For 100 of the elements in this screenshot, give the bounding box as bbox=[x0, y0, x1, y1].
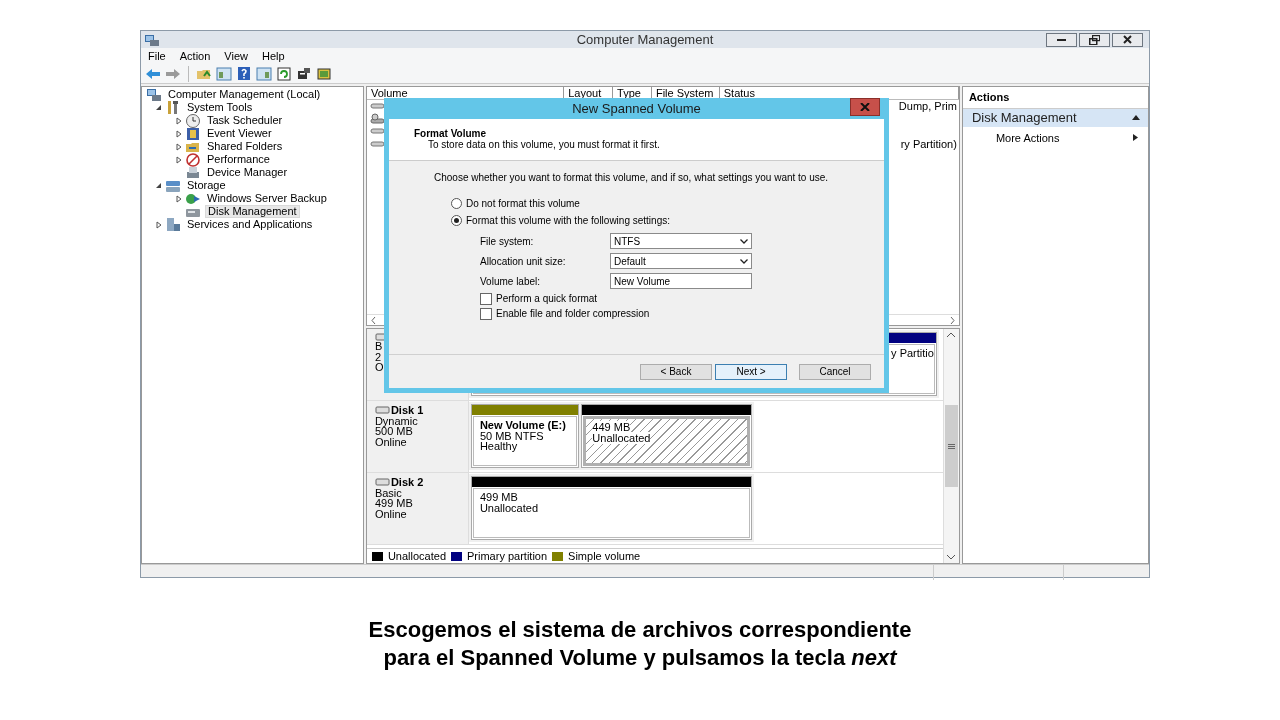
partition[interactable]: 449 MB Unallocated bbox=[581, 404, 752, 468]
dialog-button[interactable]: Cancel bbox=[799, 364, 871, 380]
close-button[interactable] bbox=[1112, 32, 1143, 47]
clock-icon bbox=[185, 113, 201, 128]
pane-icon[interactable] bbox=[216, 65, 232, 82]
chevron-down-icon bbox=[740, 258, 748, 264]
menu-item[interactable]: View bbox=[217, 47, 255, 65]
caption-text: para el Spanned Volume y pulsamos la tecla next bbox=[382, 644, 899, 672]
scroll-down-icon bbox=[947, 555, 956, 560]
services-icon bbox=[165, 217, 181, 232]
chevron-down-icon bbox=[740, 238, 748, 244]
scroll-right-icon[interactable] bbox=[949, 316, 955, 324]
tree-item[interactable]: Shared Folders bbox=[205, 140, 285, 153]
disk-info: Basic bbox=[374, 487, 403, 498]
system-volume-icon bbox=[369, 112, 386, 125]
tree-item[interactable]: Device Manager bbox=[205, 166, 290, 179]
menu-item[interactable]: File bbox=[141, 47, 173, 65]
tree-item[interactable]: Storage bbox=[185, 179, 228, 192]
disk-info: Dynamic bbox=[374, 415, 419, 426]
expanded-arrow-icon[interactable] bbox=[155, 182, 162, 189]
restore-icon bbox=[1089, 34, 1100, 45]
disk-name: Disk 2 bbox=[390, 477, 424, 488]
action-link[interactable]: More Actions bbox=[995, 129, 1060, 146]
minimize-button[interactable] bbox=[1046, 32, 1077, 47]
refresh-icon[interactable] bbox=[276, 65, 292, 82]
submenu-arrow-icon bbox=[1133, 134, 1138, 142]
checkbox-label: Enable file and folder compression bbox=[496, 307, 650, 321]
disk-info: O bbox=[374, 362, 385, 373]
radio-label: Do not format this volume bbox=[466, 197, 580, 211]
radio-button[interactable] bbox=[451, 198, 462, 209]
collapsed-arrow-icon[interactable] bbox=[155, 220, 162, 229]
radio-button[interactable] bbox=[451, 215, 462, 226]
status-cell-text: ry Partition) bbox=[900, 136, 958, 152]
input-field[interactable]: New Volume bbox=[610, 273, 752, 289]
checkbox[interactable] bbox=[480, 307, 492, 320]
scroll-left-icon[interactable] bbox=[370, 316, 376, 324]
restore-button[interactable] bbox=[1079, 32, 1110, 47]
partition[interactable]: 499 MB Unallocated bbox=[470, 476, 752, 540]
tree-item[interactable]: System Tools bbox=[185, 101, 255, 114]
tree-item[interactable]: Windows Server Backup bbox=[205, 192, 329, 205]
collapsed-arrow-icon[interactable] bbox=[175, 116, 182, 125]
partition-info: 449 MB bbox=[592, 421, 631, 433]
tree-item[interactable]: Event Viewer bbox=[205, 127, 274, 140]
close-icon bbox=[1123, 35, 1132, 44]
volume-name: New Volume (E:) bbox=[479, 419, 566, 431]
pane-header: Actions bbox=[962, 87, 1148, 109]
field-label: Volume label: bbox=[480, 274, 542, 289]
backup-icon bbox=[185, 191, 201, 206]
dialog-button[interactable]: < Back bbox=[640, 364, 712, 380]
partition-info: 50 MB NTFS bbox=[479, 429, 544, 442]
volume-icon bbox=[369, 102, 386, 111]
disk-info: Online bbox=[374, 508, 408, 519]
menu-item[interactable]: Help bbox=[254, 47, 292, 65]
collapsed-arrow-icon[interactable] bbox=[175, 194, 182, 203]
scroll-up-icon bbox=[947, 332, 956, 337]
legend-label: Primary partition bbox=[467, 548, 548, 564]
disk-info: B bbox=[374, 341, 384, 352]
partition-info: Unallocated bbox=[479, 501, 538, 514]
dialog-button[interactable]: Next > bbox=[715, 364, 787, 380]
menu-item[interactable]: Action bbox=[172, 47, 218, 65]
disk-info: 2 bbox=[374, 351, 383, 362]
drive-icon bbox=[374, 478, 390, 487]
dialog-title: New Spanned Volume bbox=[571, 99, 702, 118]
instruction-text: Choose whether you want to format this volume, and if so, what settings you want to use. bbox=[434, 171, 830, 185]
dropdown[interactable]: Default bbox=[610, 253, 752, 269]
partition-info: y Partitio bbox=[891, 347, 934, 359]
storage-icon bbox=[165, 178, 181, 193]
tree-item[interactable]: Computer Management (Local) bbox=[166, 88, 323, 101]
tools-icon bbox=[165, 100, 181, 115]
computer-icon bbox=[146, 87, 162, 102]
checkbox[interactable] bbox=[480, 292, 492, 305]
collapse-arrow-icon bbox=[1132, 115, 1140, 120]
vertical-scrollbar[interactable] bbox=[942, 329, 959, 563]
disk-info: 500 MB bbox=[374, 426, 413, 437]
legend-label: Simple volume bbox=[568, 548, 641, 564]
collapsed-arrow-icon[interactable] bbox=[175, 129, 182, 138]
close-icon bbox=[860, 103, 870, 111]
tree-item[interactable]: Performance bbox=[205, 153, 272, 166]
grip-icon bbox=[947, 443, 955, 449]
tree-item[interactable]: Disk Management bbox=[205, 205, 300, 218]
radio-label: Format this volume with the following settings: bbox=[466, 214, 670, 228]
dropdown[interactable]: NTFS bbox=[610, 233, 752, 249]
collapsed-arrow-icon[interactable] bbox=[175, 142, 182, 151]
page-description: To store data on this volume, you must format it first. bbox=[427, 139, 661, 150]
tree-item[interactable]: Services and Applications bbox=[185, 218, 315, 231]
window-title: Computer Management bbox=[576, 31, 714, 47]
help-icon[interactable] bbox=[236, 65, 252, 82]
disk-name: Disk 1 bbox=[390, 405, 424, 416]
field-label: File system: bbox=[480, 234, 535, 249]
pane-icon[interactable] bbox=[256, 65, 272, 82]
checkbox-label: Perform a quick format bbox=[496, 292, 598, 306]
collapsed-arrow-icon[interactable] bbox=[175, 155, 182, 164]
tree-item[interactable]: Task Scheduler bbox=[205, 114, 285, 127]
field-label: Allocation unit size: bbox=[480, 254, 567, 269]
page-heading: Format Volume bbox=[414, 128, 488, 139]
disk-info: Online bbox=[374, 436, 408, 447]
partition[interactable]: New Volume (E:) 50 MB NTFS Healthy bbox=[470, 404, 580, 468]
expanded-arrow-icon[interactable] bbox=[155, 104, 162, 111]
drive-icon bbox=[374, 406, 390, 415]
volume-icon bbox=[369, 127, 386, 136]
